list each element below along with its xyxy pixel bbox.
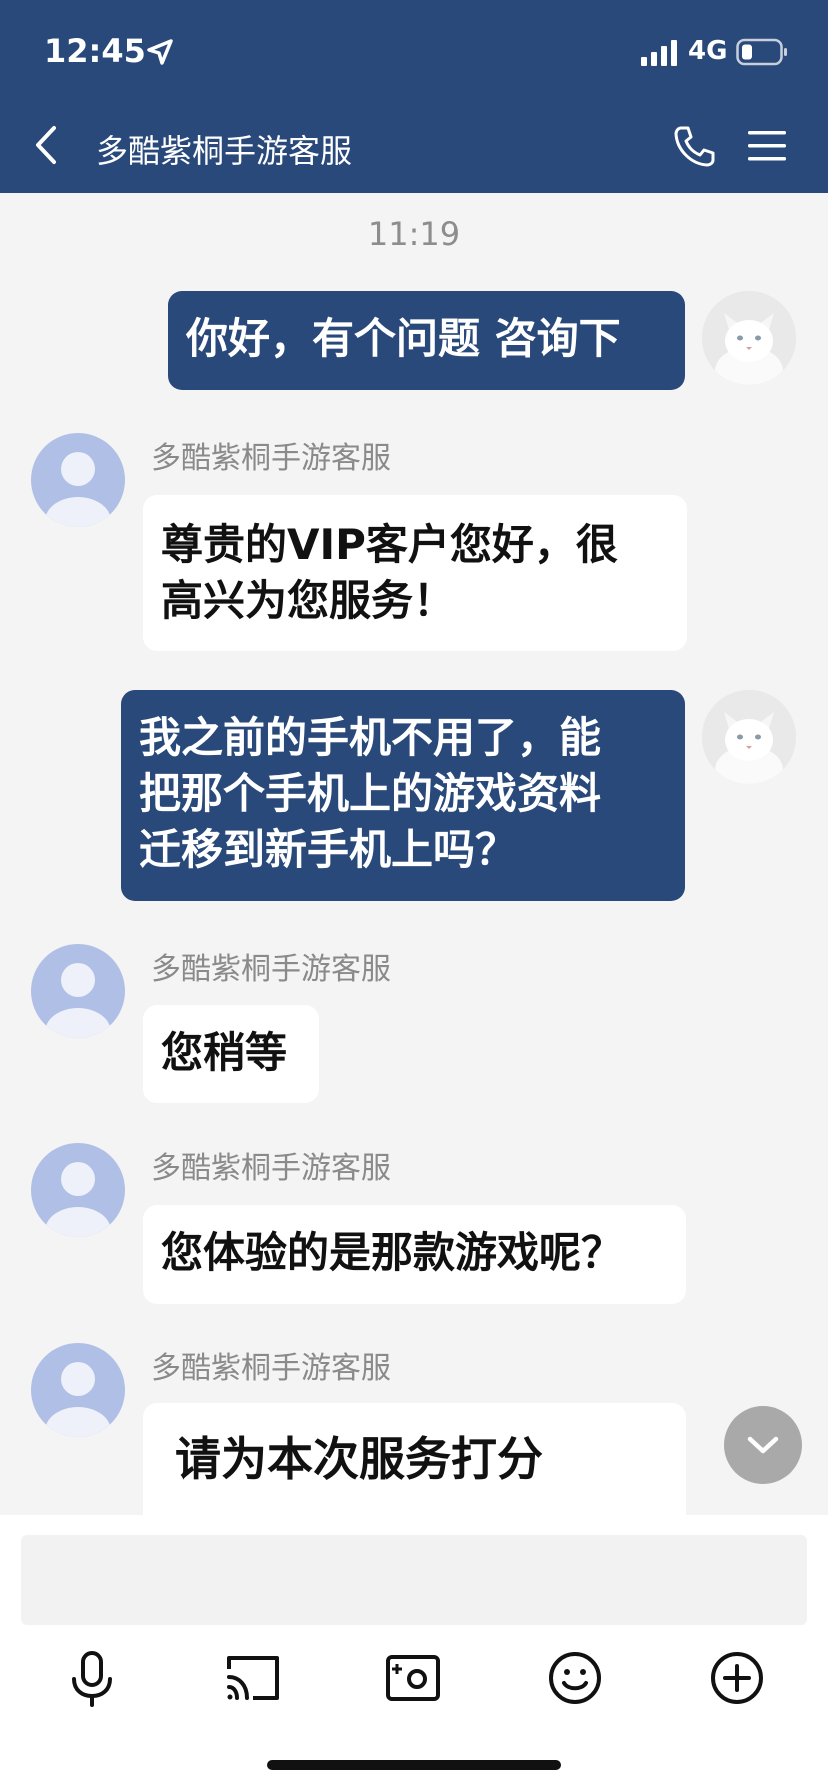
sender-name: 多酷紫桐手游客服 xyxy=(151,1151,391,1186)
nav-bar: 多酷紫桐手游客服 xyxy=(0,100,828,193)
cast-screen-icon[interactable] xyxy=(217,1643,287,1713)
status-bar: 12:45 4G xyxy=(0,0,828,100)
phone-icon[interactable] xyxy=(672,124,716,168)
location-arrow-icon xyxy=(147,39,173,65)
agent-avatar[interactable] xyxy=(31,1343,125,1437)
chat-area[interactable]: 11:19 你好，有个问题 咨询下 多酷紫桐手游客服 尊贵的VIP客户您好，很 … xyxy=(0,193,828,1515)
network-type: 4G xyxy=(688,36,728,66)
agent-avatar[interactable] xyxy=(31,433,125,527)
sender-name: 多酷紫桐手游客服 xyxy=(151,441,391,476)
add-icon[interactable] xyxy=(702,1643,772,1713)
message-line: 高兴为您服务！ xyxy=(161,576,456,625)
header: 12:45 4G 多酷紫桐手游客服 xyxy=(0,0,828,193)
person-icon xyxy=(45,963,111,1038)
user-message-bubble[interactable]: 你好，有个问题 咨询下 xyxy=(168,291,685,390)
cat-avatar-icon xyxy=(702,690,796,784)
scroll-down-button[interactable] xyxy=(724,1406,802,1484)
message-text: 您体验的是那款游戏呢？ xyxy=(161,1228,624,1277)
message-line: 迁移到新手机上吗？ xyxy=(139,825,518,874)
microphone-icon[interactable] xyxy=(57,1643,127,1713)
rating-title: 请为本次服务打分 xyxy=(175,1432,543,1486)
agent-message-bubble[interactable]: 您稍等 xyxy=(143,1005,319,1103)
message-text: 您稍等 xyxy=(161,1028,288,1077)
signal-icon xyxy=(641,40,677,66)
user-avatar[interactable] xyxy=(702,690,796,784)
agent-message-bubble[interactable]: 尊贵的VIP客户您好，很 高兴为您服务！ xyxy=(143,495,687,651)
message-input[interactable] xyxy=(21,1535,807,1625)
chevron-down-icon xyxy=(747,1436,779,1454)
cat-avatar-icon xyxy=(702,291,796,385)
chat-title: 多酷紫桐手游客服 xyxy=(96,132,353,170)
agent-message-bubble[interactable]: 您体验的是那款游戏呢？ xyxy=(143,1205,686,1304)
person-icon xyxy=(45,1162,111,1237)
camera-icon[interactable] xyxy=(378,1643,448,1713)
person-icon xyxy=(45,452,111,527)
message-text: 你好，有个问题 咨询下 xyxy=(186,314,621,363)
agent-avatar[interactable] xyxy=(31,944,125,1038)
user-message-bubble[interactable]: 我之前的手机不用了，能 把那个手机上的游戏资料 迁移到新手机上吗？ xyxy=(121,690,685,901)
status-time: 12:45 xyxy=(44,32,146,70)
message-timestamp: 11:19 xyxy=(367,215,461,253)
user-avatar[interactable] xyxy=(702,291,796,385)
rating-card[interactable]: 请为本次服务打分 xyxy=(143,1403,686,1515)
sender-name: 多酷紫桐手游客服 xyxy=(151,1351,391,1386)
message-line: 尊贵的VIP客户您好，很 xyxy=(161,520,618,569)
emoji-icon[interactable] xyxy=(540,1643,610,1713)
person-icon xyxy=(45,1362,111,1437)
agent-avatar[interactable] xyxy=(31,1143,125,1237)
battery-icon xyxy=(736,38,787,66)
home-indicator[interactable] xyxy=(267,1760,561,1770)
message-line: 我之前的手机不用了，能 xyxy=(139,713,602,762)
input-area xyxy=(0,1515,828,1792)
sender-name: 多酷紫桐手游客服 xyxy=(151,952,391,987)
message-line: 把那个手机上的游戏资料 xyxy=(139,769,602,818)
menu-icon[interactable] xyxy=(746,128,788,164)
back-icon[interactable] xyxy=(30,122,64,168)
